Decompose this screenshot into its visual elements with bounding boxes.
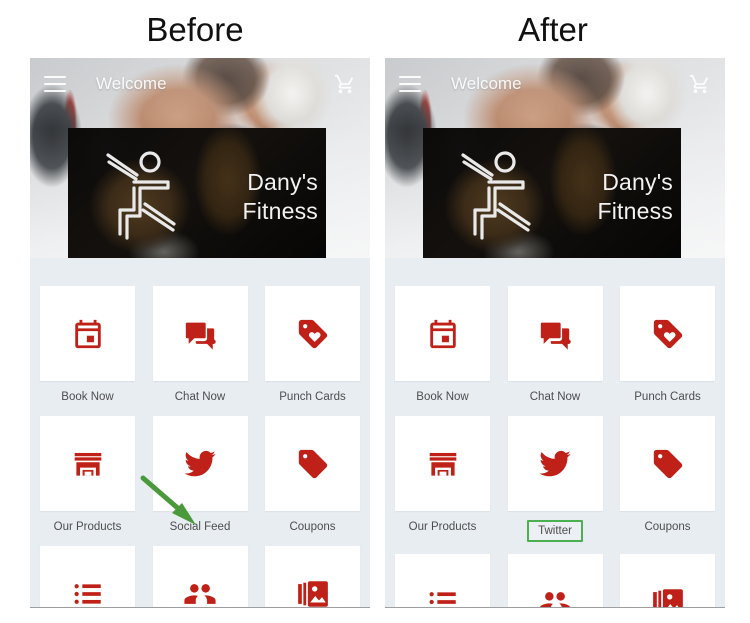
twitter-bird-icon <box>183 447 217 481</box>
grid-tile-photo-gallery[interactable] <box>620 554 715 609</box>
running-figure-logo-icon <box>106 151 176 240</box>
icon-grid: Book Now Chat Now Punch Cards Our Products S… <box>30 258 370 607</box>
grid-tile-photo-gallery[interactable] <box>265 546 360 609</box>
tile-label: Book Now <box>416 391 469 403</box>
tile-surface[interactable] <box>395 416 490 511</box>
tile-surface[interactable] <box>620 286 715 381</box>
list-icon <box>71 577 105 609</box>
logo-text-line1: Dany's <box>602 169 673 195</box>
icon-grid-row <box>40 546 360 609</box>
tag-heart-icon <box>651 317 685 351</box>
logo-text: Dany's Fitness <box>192 168 318 226</box>
calendar-icon <box>71 317 105 351</box>
logo-text-line2: Fitness <box>242 198 318 224</box>
twitter-bird-icon <box>538 447 572 481</box>
hero-photo-area: Welcome Dany's Fitness <box>30 58 370 258</box>
tag-icon <box>296 447 330 481</box>
calendar-icon <box>426 317 460 351</box>
logo-banner: Dany's Fitness <box>68 128 326 258</box>
grid-tile-book-now[interactable]: Book Now <box>40 286 135 404</box>
storefront-icon <box>71 447 105 481</box>
phone-panel-before: Welcome Dany's Fitness Book Now Chat Now… <box>30 58 370 608</box>
icon-grid-row: Our Products Twitter Coupons <box>395 416 715 542</box>
tile-surface[interactable] <box>507 416 603 511</box>
people-icon <box>538 585 572 609</box>
logo-text: Dany's Fitness <box>547 168 673 226</box>
tile-label: Chat Now <box>529 391 581 403</box>
shopping-cart-icon[interactable] <box>334 73 356 95</box>
tile-surface[interactable] <box>152 546 248 609</box>
comparison-screenshot: Before Welcome Dany's Fitness Book Now C… <box>0 0 750 623</box>
grid-tile-people[interactable] <box>152 546 248 609</box>
tile-surface[interactable] <box>40 416 135 511</box>
grid-tile-list[interactable] <box>395 554 490 609</box>
tile-label: Book Now <box>61 391 114 403</box>
grid-tile-coupons[interactable]: Coupons <box>620 416 715 542</box>
grid-tile-list[interactable] <box>40 546 135 609</box>
grid-tile-punch-cards[interactable]: Punch Cards <box>620 286 715 404</box>
panel-heading-after: After <box>518 11 588 48</box>
grid-tile-people[interactable] <box>507 554 603 609</box>
tile-label: Twitter <box>527 520 583 542</box>
tile-label: Chat Now <box>174 391 226 403</box>
hamburger-icon[interactable] <box>44 76 66 92</box>
tag-heart-icon <box>296 317 330 351</box>
icon-grid: Book Now Chat Now Punch Cards Our Products T… <box>385 258 725 607</box>
grid-tile-punch-cards[interactable]: Punch Cards <box>265 286 360 404</box>
tile-label: Punch Cards <box>279 391 346 403</box>
tile-surface[interactable] <box>40 546 135 609</box>
tile-label: Social Feed <box>169 521 231 533</box>
tile-surface[interactable] <box>40 286 135 381</box>
logo-banner: Dany's Fitness <box>423 128 681 258</box>
tile-surface[interactable] <box>620 416 715 511</box>
running-figure-logo-icon <box>461 151 531 240</box>
tile-label: Coupons <box>289 521 336 533</box>
grid-tile-book-now[interactable]: Book Now <box>395 286 490 404</box>
grid-tile-social-feed[interactable]: Social Feed <box>152 416 248 534</box>
tile-surface[interactable] <box>265 546 360 609</box>
tile-surface[interactable] <box>620 554 715 609</box>
app-bar-title: Welcome <box>451 74 522 93</box>
icon-grid-row: Book Now Chat Now Punch Cards <box>395 286 715 404</box>
tile-label: Our Products <box>408 521 477 533</box>
tile-surface[interactable] <box>507 554 603 609</box>
grid-tile-twitter[interactable]: Twitter <box>507 416 603 542</box>
tile-surface[interactable] <box>152 286 248 381</box>
hero-photo-area: Welcome Dany's Fitness <box>385 58 725 258</box>
tile-surface[interactable] <box>507 286 603 381</box>
chat-bubbles-icon <box>538 317 572 351</box>
list-icon <box>426 585 460 609</box>
icon-grid-row: Our Products Social Feed Coupons <box>40 416 360 534</box>
grid-tile-coupons[interactable]: Coupons <box>265 416 360 534</box>
logo-text-line1: Dany's <box>247 169 318 195</box>
panel-heading-before: Before <box>146 11 244 48</box>
icon-grid-row: Book Now Chat Now Punch Cards <box>40 286 360 404</box>
hamburger-icon[interactable] <box>399 76 421 92</box>
shopping-cart-icon[interactable] <box>689 73 711 95</box>
app-bar: Welcome <box>30 58 370 110</box>
grid-tile-chat-now[interactable]: Chat Now <box>507 286 603 404</box>
phone-panel-after: Welcome Dany's Fitness Book Now Chat Now… <box>385 58 725 608</box>
app-bar: Welcome <box>385 58 725 110</box>
tile-label: Coupons <box>644 521 691 533</box>
tag-icon <box>651 447 685 481</box>
photo-gallery-icon <box>296 577 330 609</box>
grid-tile-our-products[interactable]: Our Products <box>395 416 490 542</box>
tile-label: Our Products <box>53 521 122 533</box>
tile-surface[interactable] <box>395 554 490 609</box>
chat-bubbles-icon <box>183 317 217 351</box>
logo-text-line2: Fitness <box>597 198 673 224</box>
tile-surface[interactable] <box>265 416 360 511</box>
tile-surface[interactable] <box>265 286 360 381</box>
tile-label: Punch Cards <box>634 391 701 403</box>
photo-gallery-icon <box>651 585 685 609</box>
grid-tile-chat-now[interactable]: Chat Now <box>152 286 248 404</box>
people-icon <box>183 577 217 609</box>
app-bar-title: Welcome <box>96 74 167 93</box>
grid-tile-our-products[interactable]: Our Products <box>40 416 135 534</box>
tile-surface[interactable] <box>395 286 490 381</box>
icon-grid-row <box>395 554 715 609</box>
storefront-icon <box>426 447 460 481</box>
tile-surface[interactable] <box>152 416 248 511</box>
